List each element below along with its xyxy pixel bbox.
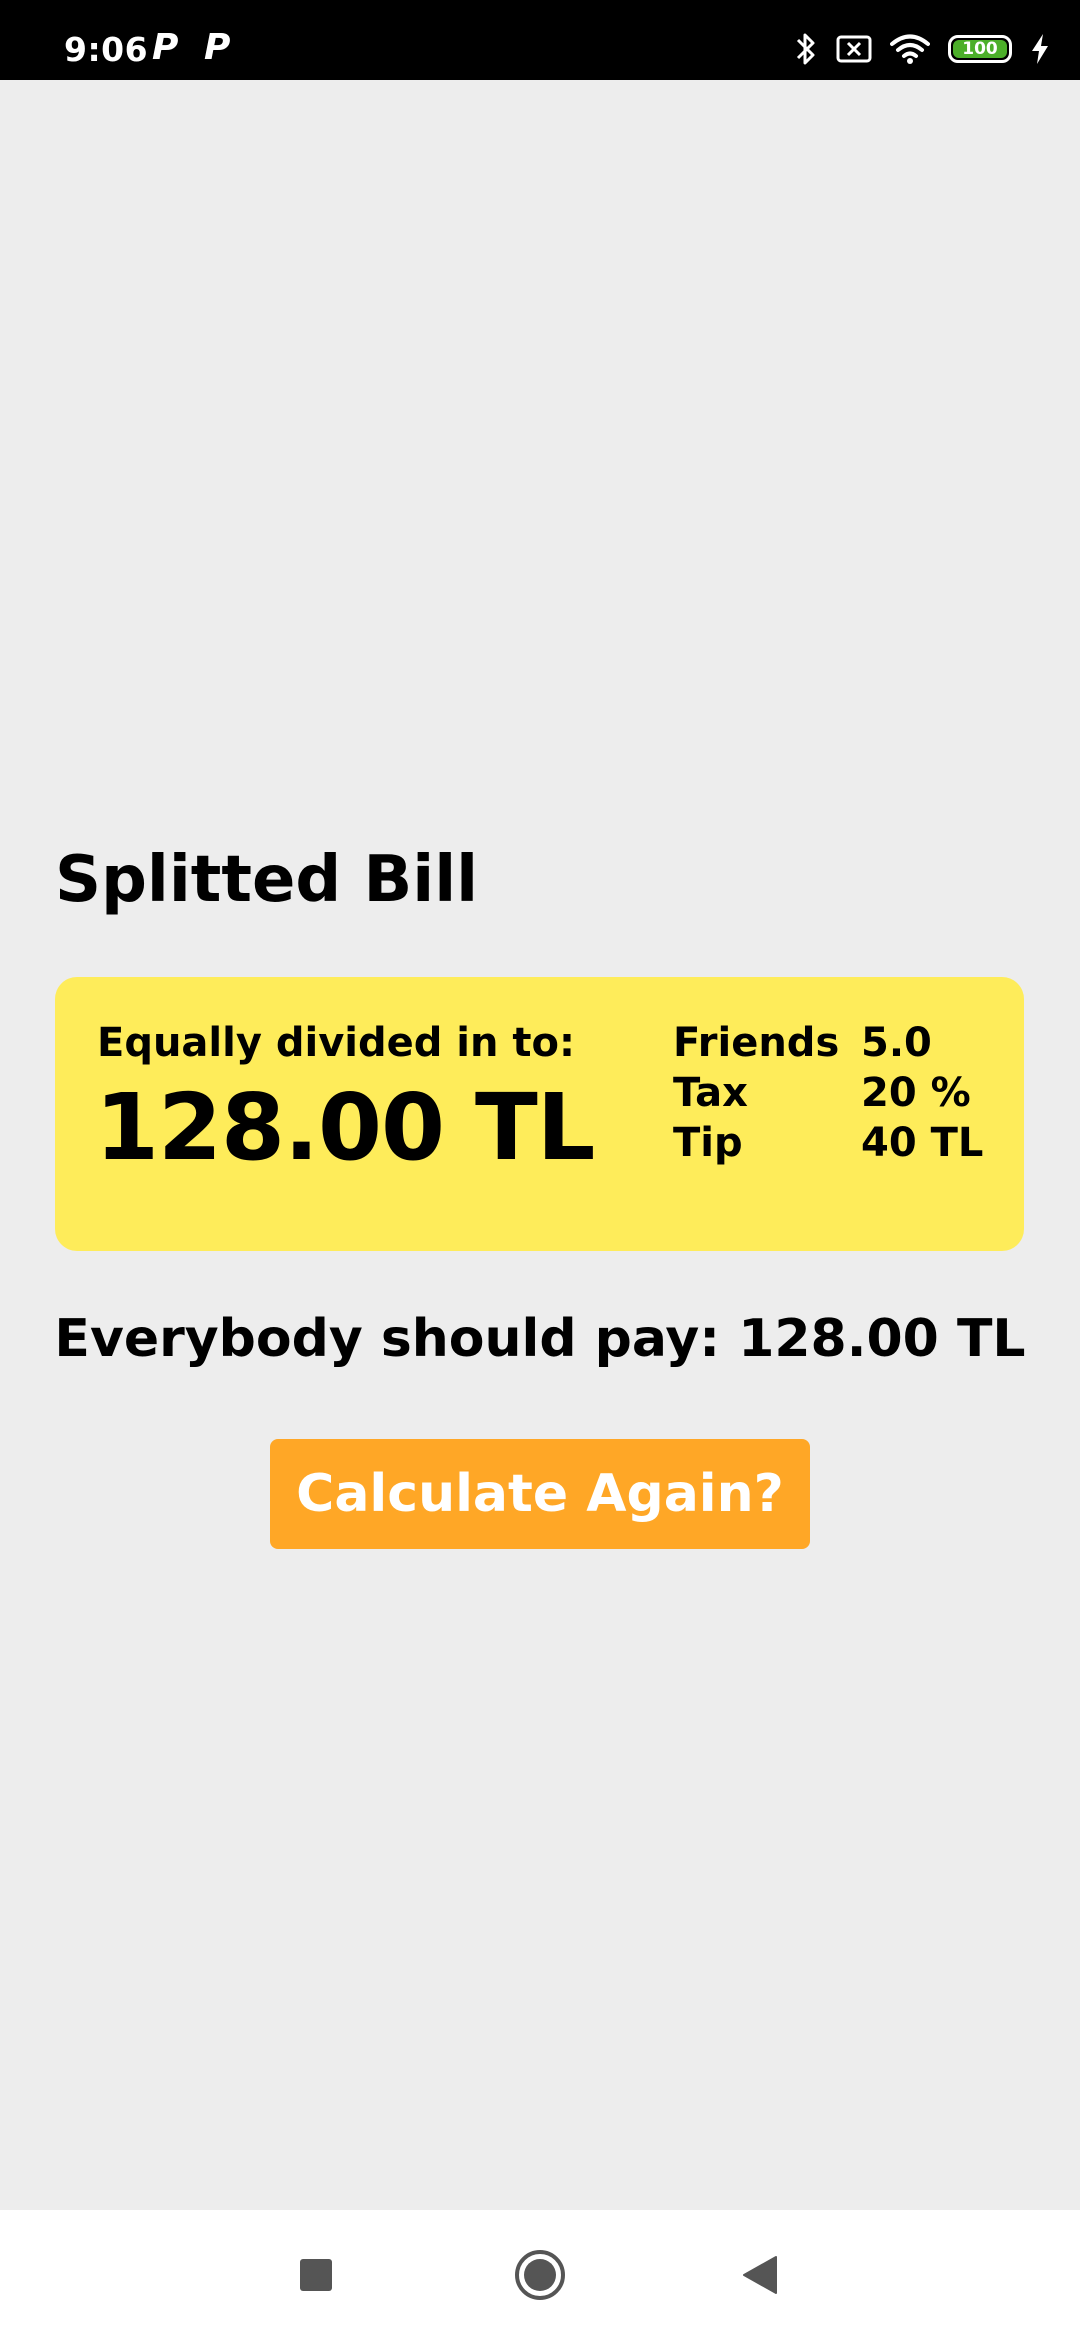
result-card: Equally divided in to: 128.00 TL Friends…: [55, 977, 1024, 1251]
notification-p-icon: P: [152, 27, 179, 68]
battery-level: 100: [953, 40, 1007, 58]
status-bar: 9:06 P P 100: [0, 0, 1080, 80]
card-label: Equally divided in to:: [97, 1020, 576, 1066]
status-icons: 100: [794, 26, 1050, 72]
detail-value-tax: 20 %: [861, 1070, 971, 1116]
per-person-amount: 128.00 TL: [95, 1074, 595, 1181]
detail-value-tip: 40 TL: [861, 1120, 984, 1166]
notification-p-icon: P: [204, 27, 231, 68]
charging-icon: [1030, 33, 1050, 65]
bill-details: Friends 5.0 Tax 20 % Tip 40 TL: [673, 1019, 983, 1167]
wifi-icon: [890, 33, 930, 65]
home-circle-icon: [515, 2250, 565, 2300]
navigation-bar: [0, 2210, 1080, 2340]
home-button[interactable]: [480, 2210, 600, 2340]
recents-button[interactable]: [256, 2210, 376, 2340]
detail-label-tip: Tip: [673, 1120, 743, 1166]
page-title: Splitted Bill: [55, 843, 479, 917]
back-button[interactable]: [700, 2210, 820, 2340]
sim-card-icon: [836, 34, 872, 64]
back-triangle-icon: [743, 2256, 777, 2294]
status-time: 9:06: [64, 30, 149, 69]
calculate-again-button[interactable]: Calculate Again?: [270, 1439, 810, 1549]
screen: 9:06 P P 100 Splitted Bill Equally divid…: [0, 0, 1080, 2340]
detail-label-tax: Tax: [673, 1070, 748, 1116]
recents-square-icon: [300, 2259, 332, 2291]
pay-text: Everybody should pay: 128.00 TL: [54, 1309, 1026, 1369]
detail-value-friends: 5.0: [861, 1020, 932, 1066]
battery-icon: 100: [948, 35, 1012, 63]
bluetooth-icon: [794, 30, 818, 68]
detail-label-friends: Friends: [673, 1020, 840, 1066]
